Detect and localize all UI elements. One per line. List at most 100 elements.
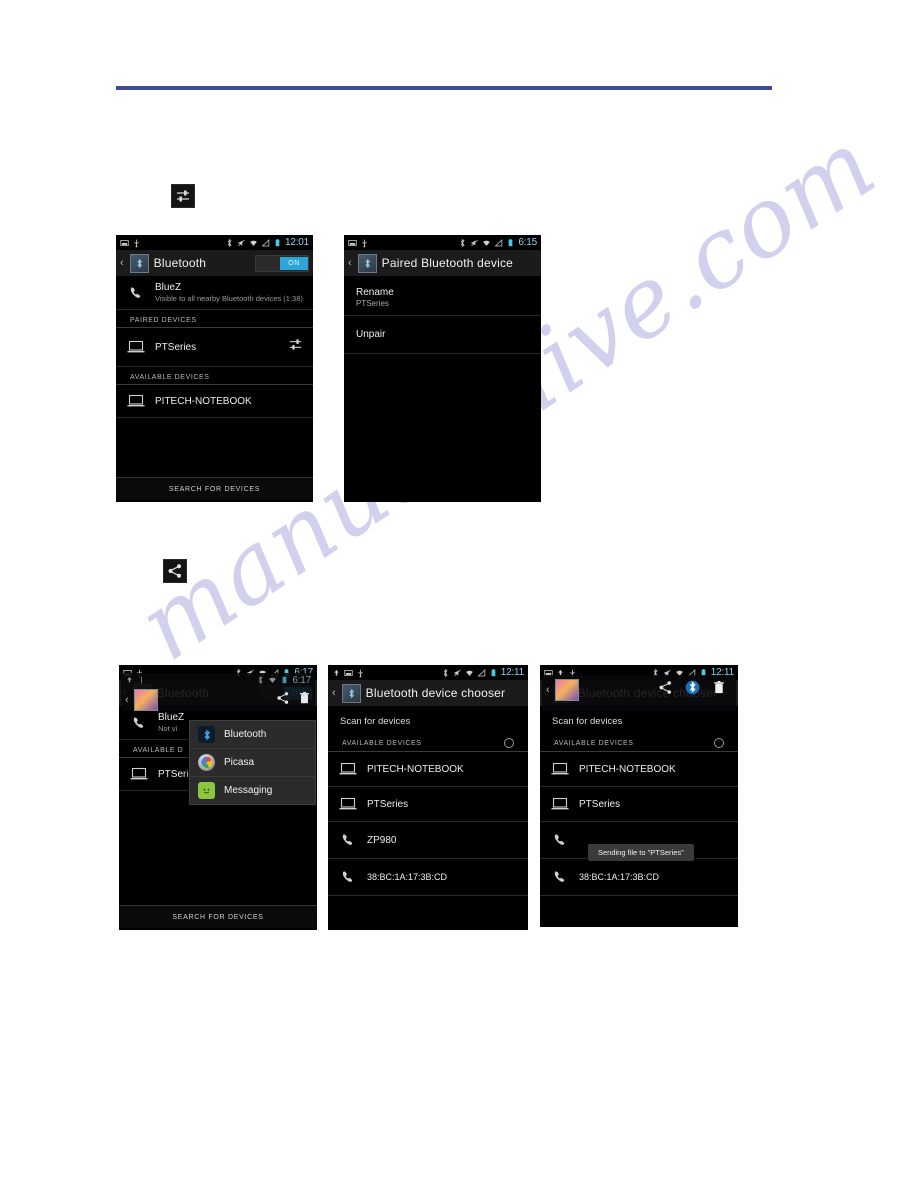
back-chevron-icon[interactable]: ‹ [348, 257, 353, 269]
local-device-row[interactable]: BlueZ Visible to all nearby Bluetooth de… [116, 276, 313, 311]
header-rule [116, 86, 772, 90]
device-row[interactable]: PITECH-NOTEBOOK [540, 752, 738, 787]
status-left-icons [348, 238, 369, 248]
toggle-label: ON [280, 256, 308, 270]
status-right-icons: 6:15 [458, 237, 537, 248]
status-bar: 6:15 [344, 235, 541, 250]
sliders-icon [171, 184, 195, 208]
share-icon [163, 559, 187, 583]
status-clock: 12:01 [284, 237, 309, 248]
unpair-row[interactable]: Unpair [344, 316, 541, 354]
device-row[interactable]: PITECH-NOTEBOOK [328, 752, 528, 787]
section-header-available-label: AVAILABLE DEVICES [554, 739, 634, 747]
upload-icon [127, 677, 132, 683]
device-settings-button[interactable] [288, 337, 303, 357]
computer-icon [126, 340, 146, 354]
battery-icon [282, 676, 287, 684]
wifi-icon [483, 240, 491, 246]
page-title: Bluetooth device chooser [365, 686, 506, 700]
device-row[interactable]: 38:BC:1A:17:3B:CD [540, 859, 738, 896]
local-device-status: Not vi [158, 724, 178, 733]
device-name: 38:BC:1A:17:3B:CD [579, 872, 660, 882]
local-device-name: BlueZ [155, 282, 182, 293]
trash-icon[interactable] [298, 691, 311, 710]
wifi-icon [269, 677, 277, 683]
bluetooth-icon[interactable] [685, 680, 700, 700]
phone-icon [338, 832, 358, 848]
bluetooth-status-icon [461, 238, 465, 247]
bluetooth-status-icon [443, 668, 448, 677]
section-header-available: AVAILABLE DEVICES [116, 367, 313, 386]
overlay-gallery-screenshot: ‹ [542, 675, 736, 711]
screenshot-bluetooth-settings: 12:01 ‹ Bluetooth ON BlueZ Visible to al… [116, 235, 313, 502]
bluetooth-app-icon [357, 253, 377, 273]
section-header-available-label: AVAILABLE DEVICES [130, 374, 210, 382]
computer-icon [550, 762, 570, 776]
screenshot-icon [348, 239, 357, 246]
search-for-devices-button[interactable]: SEARCH FOR DEVICES [119, 905, 317, 928]
share-target-menu[interactable]: Bluetooth Picasa Messaging [189, 720, 316, 805]
device-row[interactable]: ZP980 [328, 822, 528, 859]
share-menu-item-picasa[interactable]: Picasa [190, 749, 315, 777]
signal-icon [261, 238, 270, 246]
status-right-icons: 12:11 [441, 667, 524, 678]
status-left-icons [120, 238, 141, 248]
gallery-thumbnail [133, 689, 158, 711]
usb-icon [134, 239, 139, 247]
paired-device-options: Rename PTSeries Unpair [344, 276, 541, 500]
device-name: PTSeries [579, 798, 621, 810]
local-device-status: Visible to all nearby Bluetooth devices … [155, 294, 303, 303]
device-row[interactable]: 38:BC:1A:17:3B:CD [328, 859, 528, 896]
overlay-status-bar: 6:17 [121, 673, 315, 687]
trash-icon[interactable] [712, 680, 726, 700]
back-chevron-icon[interactable]: ‹ [332, 687, 337, 699]
status-right-icons: 12:01 [225, 237, 309, 248]
share-menu-item-messaging[interactable]: Messaging [190, 777, 315, 804]
device-name: PITECH-NOTEBOOK [367, 763, 464, 775]
gallery-thumbnail [554, 679, 579, 701]
computer-icon [550, 797, 570, 811]
overlay-action-icons [658, 680, 726, 700]
share-menu-item-bluetooth[interactable]: Bluetooth [190, 721, 315, 749]
screenshot-device-chooser: 12:11 ‹ Bluetooth device chooser Scan fo… [328, 665, 528, 930]
document-page: manualshive.com [0, 0, 918, 1188]
device-name: PITECH-NOTEBOOK [579, 763, 676, 775]
local-device-text: BlueZ Not vi [158, 712, 184, 733]
section-header-available-label: AVAILABLE DEVICES [342, 739, 422, 747]
phone-icon [126, 285, 146, 301]
bluetooth-status-icon [227, 238, 232, 247]
device-row[interactable]: PTSeries [328, 787, 528, 822]
bluetooth-toggle[interactable]: ON [255, 254, 309, 272]
back-chevron-icon[interactable]: ‹ [125, 694, 130, 706]
back-chevron-icon[interactable]: ‹ [546, 684, 551, 696]
silent-mode-icon [453, 669, 461, 676]
back-chevron-icon[interactable]: ‹ [120, 257, 125, 269]
share-icon[interactable] [276, 691, 290, 710]
usb-icon [362, 239, 367, 247]
paired-device-name: PTSeries [155, 341, 197, 353]
phone-icon [550, 869, 570, 885]
rename-value: PTSeries [356, 299, 389, 308]
screenshot-icon [120, 239, 129, 246]
search-for-devices-label: SEARCH FOR DEVICES [168, 485, 261, 493]
phone-icon [338, 869, 358, 885]
share-menu-label: Bluetooth [224, 729, 267, 740]
device-row[interactable]: PTSeries [540, 787, 738, 822]
status-clock: 12:11 [500, 667, 524, 678]
computer-icon [129, 767, 149, 781]
phone-icon [129, 715, 149, 731]
section-header-available: AVAILABLE DEVICES [328, 731, 528, 752]
share-menu-label: Messaging [224, 785, 273, 796]
battery-icon [508, 238, 513, 246]
search-for-devices-button[interactable]: SEARCH FOR DEVICES [116, 477, 313, 500]
section-header-available: AVAILABLE DEVICES [540, 731, 738, 752]
paired-device-row[interactable]: PTSeries [116, 328, 313, 368]
settings-list: BlueZ Visible to all nearby Bluetooth de… [116, 276, 313, 500]
rename-row[interactable]: Rename PTSeries [344, 276, 541, 316]
action-bar: ‹ Bluetooth device chooser [328, 680, 528, 708]
share-icon[interactable] [658, 680, 673, 700]
scan-for-devices-label[interactable]: Scan for devices [328, 706, 528, 731]
device-chooser-list: Scan for devices AVAILABLE DEVICES PITEC… [540, 706, 738, 925]
unpair-label: Unpair [356, 329, 386, 340]
available-device-row[interactable]: PITECH-NOTEBOOK [116, 385, 313, 419]
